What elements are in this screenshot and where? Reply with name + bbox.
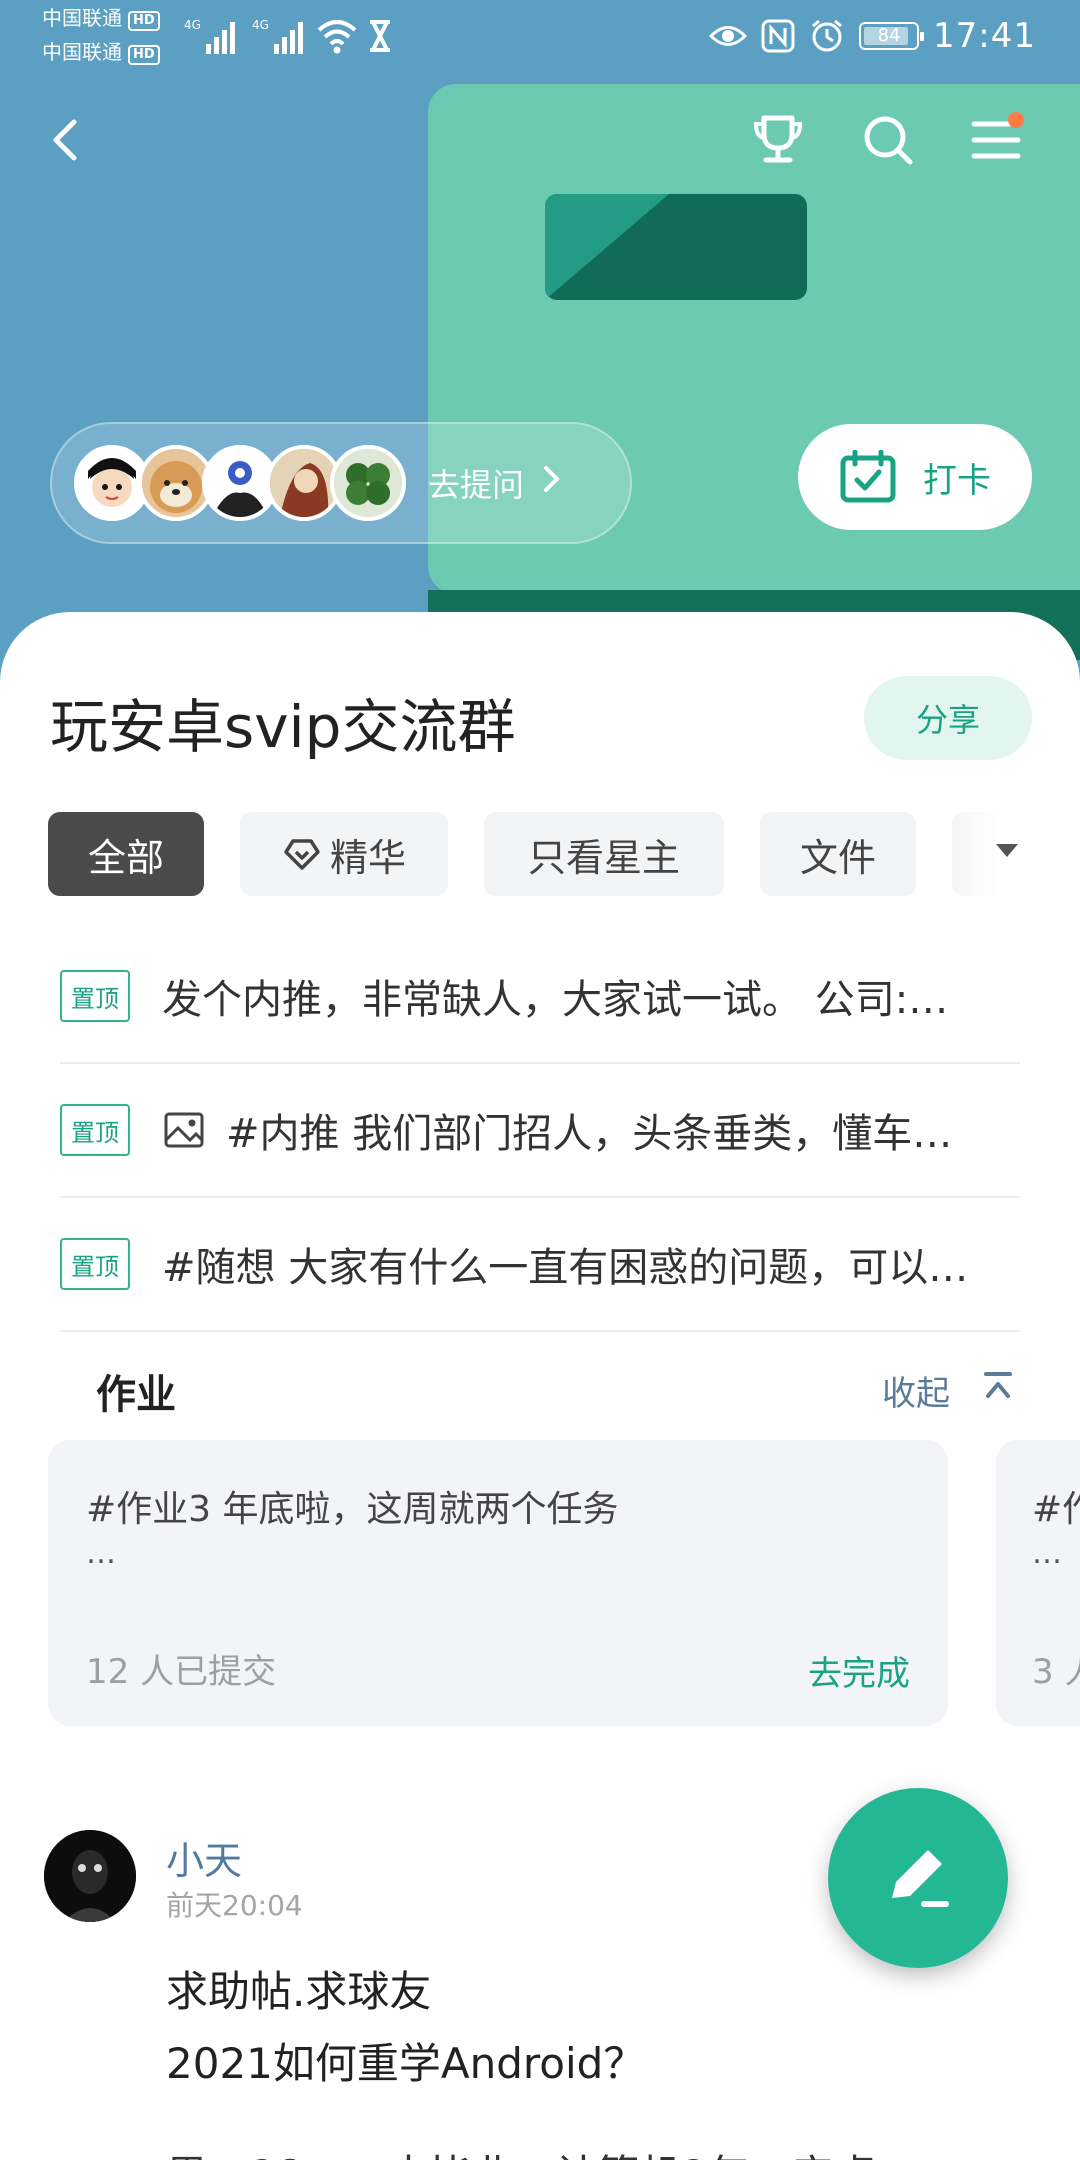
status-bar: 中国联通 HD 中国联通 HD 4G 4G 84 17:41 bbox=[0, 0, 1080, 76]
svg-text:4G: 4G bbox=[184, 18, 201, 32]
tab-owner-only[interactable]: 只看星主 bbox=[484, 812, 724, 896]
notification-dot bbox=[1008, 112, 1024, 128]
battery-icon: 84 bbox=[859, 22, 925, 50]
pinned-post-text: #内推 我们部门招人，头条垂类，懂车… bbox=[226, 1111, 953, 1157]
group-header-banner bbox=[0, 0, 1080, 660]
eye-icon bbox=[709, 26, 748, 46]
wifi-icon bbox=[316, 16, 358, 60]
homework-excerpt: … bbox=[1032, 1536, 1062, 1571]
signal-icon: 4G bbox=[182, 16, 244, 60]
image-icon bbox=[164, 1112, 204, 1148]
nfc-icon bbox=[761, 19, 795, 53]
signal-icon-2: 4G bbox=[250, 16, 312, 60]
pinned-badge: 置顶 bbox=[60, 970, 130, 1022]
pinned-post[interactable]: 置顶 发个内推，非常缺人，大家试一试。 公司:… bbox=[60, 930, 1020, 1064]
homework-title: #作业3 年底啦，这周就两个任务 bbox=[86, 1489, 619, 1530]
pinned-post[interactable]: 置顶 #随想 大家有什么一直有困惑的问题，可以… bbox=[60, 1198, 1020, 1332]
checkin-label: 打卡 bbox=[923, 460, 991, 501]
post-timestamp: 前天20:04 bbox=[166, 1889, 303, 1922]
menu-icon[interactable] bbox=[966, 110, 1026, 170]
collapse-button[interactable]: 收起 bbox=[882, 1366, 950, 1415]
ask-question-pill[interactable]: 去提问 bbox=[50, 422, 632, 544]
share-button[interactable]: 分享 bbox=[864, 676, 1032, 760]
chevron-down-icon[interactable] bbox=[996, 844, 1018, 857]
carrier-1: 中国联通 HD bbox=[42, 6, 160, 31]
homework-card[interactable]: #作业3 年底啦，这周就两个任务 … 12 人已提交 去完成 bbox=[48, 1440, 948, 1726]
carrier-2: 中国联通 HD bbox=[42, 40, 160, 65]
pinned-post[interactable]: 置顶 #内推 我们部门招人，头条垂类，懂车… bbox=[60, 1064, 1020, 1198]
hourglass-icon bbox=[366, 16, 394, 60]
trophy-icon[interactable] bbox=[748, 110, 808, 170]
svg-text:4G: 4G bbox=[252, 18, 269, 32]
chevron-right-icon bbox=[542, 463, 562, 503]
homework-submitted-count: 3 人 bbox=[1032, 1652, 1080, 1692]
post-text-line: 男，28，一本毕业，计算机2年，安卓零基 bbox=[166, 2138, 886, 2160]
avatar[interactable] bbox=[44, 1830, 136, 1922]
post-author[interactable]: 小天 bbox=[166, 1830, 242, 1885]
search-icon[interactable] bbox=[858, 110, 918, 170]
pinned-post-text: #随想 大家有什么一直有困惑的问题，可以… bbox=[162, 1245, 969, 1291]
complete-homework-link[interactable]: 去完成 bbox=[808, 1646, 910, 1695]
compose-button[interactable] bbox=[828, 1788, 1008, 1968]
pinned-badge: 置顶 bbox=[60, 1238, 130, 1290]
checkin-button[interactable]: 打卡 bbox=[798, 424, 1032, 530]
collapse-up-icon[interactable] bbox=[980, 1370, 1016, 1406]
homework-card[interactable]: #作 … 3 人 bbox=[996, 1440, 1080, 1726]
tab-all[interactable]: 全部 bbox=[48, 812, 204, 896]
alarm-icon bbox=[812, 19, 842, 52]
back-arrow-icon[interactable] bbox=[36, 110, 96, 170]
ask-question-label: 去提问 bbox=[428, 466, 525, 504]
clock: 17:41 bbox=[933, 16, 1036, 56]
pinned-badge: 置顶 bbox=[60, 1104, 130, 1156]
member-avatar-5 bbox=[330, 445, 406, 521]
homework-title: #作 bbox=[1032, 1489, 1080, 1530]
tab-files[interactable]: 文件 bbox=[760, 812, 916, 896]
post-text-line: 2021如何重学Android？ bbox=[166, 2039, 646, 2088]
filter-tabs: 全部 精华 只看星主 文件 bbox=[48, 812, 1080, 898]
page-title: 玩安卓svip交流群 bbox=[50, 693, 516, 761]
homework-submitted-count: 12 人已提交 bbox=[86, 1652, 277, 1692]
post-text-line: 求助帖.求球友 bbox=[166, 1967, 432, 2016]
tab-essence[interactable]: 精华 bbox=[240, 812, 448, 896]
homework-excerpt: … bbox=[86, 1536, 116, 1571]
diamond-icon bbox=[284, 839, 320, 870]
edit-pencil-icon bbox=[892, 1850, 949, 1907]
homework-section-title: 作业 bbox=[96, 1372, 176, 1418]
pinned-post-text: 发个内推，非常缺人，大家试一试。 公司:… bbox=[162, 977, 949, 1023]
calendar-check-icon bbox=[840, 450, 896, 503]
banner-illustration-tag bbox=[545, 194, 807, 300]
